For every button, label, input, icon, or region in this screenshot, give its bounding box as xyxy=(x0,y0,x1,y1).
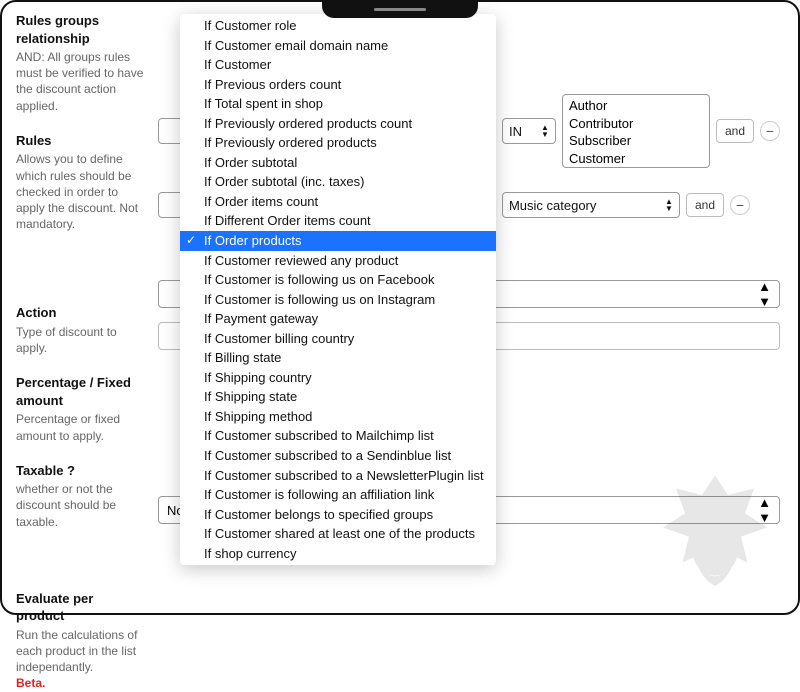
rules-desc: Allows you to define which rules should … xyxy=(16,151,144,232)
remove-rule-button[interactable]: − xyxy=(760,121,780,141)
sidebar-action: Action Type of discount to apply. xyxy=(16,304,144,356)
dropdown-item[interactable]: If Shipping country xyxy=(180,368,496,388)
minus-icon: − xyxy=(736,197,744,213)
rule2-category-select[interactable]: Music category ▲▼ xyxy=(502,192,680,218)
action-title: Action xyxy=(16,304,144,322)
dropdown-item[interactable]: If Customer subscribed to a Sendinblue l… xyxy=(180,446,496,466)
taxable-title: Taxable ? xyxy=(16,462,144,480)
dropdown-item[interactable]: If Previously ordered products xyxy=(180,133,496,153)
action-desc: Type of discount to apply. xyxy=(16,324,144,356)
sidebar-rules: Rules Allows you to define which rules s… xyxy=(16,132,144,232)
rule1-operator-select[interactable]: IN ▲▼ xyxy=(502,118,556,144)
role-option[interactable]: Customer xyxy=(569,150,703,168)
percentage-title: Percentage / Fixed amount xyxy=(16,374,144,409)
dropdown-item[interactable]: If Customer is following us on Instagram xyxy=(180,290,496,310)
taxable-desc: whether or not the discount should be ta… xyxy=(16,481,144,530)
remove-rule-button[interactable]: − xyxy=(730,195,750,215)
dropdown-item[interactable]: If Different Order items count xyxy=(180,211,496,231)
carets-icon: ▲▼ xyxy=(665,198,673,212)
rules-groups-desc: AND: All groups rules must be verified t… xyxy=(16,49,144,114)
evaluate-desc: Run the calculations of each product in … xyxy=(16,627,144,676)
brand-logo-icon xyxy=(650,469,780,599)
beta-label: Beta. xyxy=(16,676,45,690)
dropdown-item[interactable]: If Total spent in shop xyxy=(180,94,496,114)
dropdown-item[interactable]: If Customer billing country xyxy=(180,329,496,349)
rules-title: Rules xyxy=(16,132,144,150)
sidebar-taxable: Taxable ? whether or not the discount sh… xyxy=(16,462,144,530)
device-notch xyxy=(322,0,478,18)
dropdown-item[interactable]: If Order subtotal (inc. taxes) xyxy=(180,172,496,192)
dropdown-item[interactable]: If Customer is following an affiliation … xyxy=(180,485,496,505)
sidebar-evaluate: Evaluate per product Run the calculation… xyxy=(16,590,144,692)
and-button[interactable]: and xyxy=(686,193,724,217)
roles-multiselect[interactable]: Author Contributor Subscriber Customer xyxy=(562,94,710,168)
dropdown-item[interactable]: If Billing state xyxy=(180,348,496,368)
role-option[interactable]: Contributor xyxy=(569,115,703,133)
dropdown-item[interactable]: If Order products xyxy=(180,231,496,251)
dropdown-item[interactable]: If Customer reviewed any product xyxy=(180,251,496,271)
rule2-category-value: Music category xyxy=(509,198,596,213)
sidebar-rules-groups: Rules groups relationship AND: All group… xyxy=(16,12,144,114)
dropdown-item[interactable]: If Payment gateway xyxy=(180,309,496,329)
dropdown-item[interactable]: If Customer belongs to specified groups xyxy=(180,505,496,525)
minus-icon: − xyxy=(766,123,774,139)
evaluate-title: Evaluate per product xyxy=(16,590,144,625)
dropdown-item[interactable]: If Customer email domain name xyxy=(180,36,496,56)
dropdown-item[interactable]: If Previously ordered products count xyxy=(180,114,496,134)
role-option[interactable]: Author xyxy=(569,97,703,115)
dropdown-item[interactable]: If Customer subscribed to Mailchimp list xyxy=(180,426,496,446)
sidebar: Rules groups relationship AND: All group… xyxy=(6,12,152,609)
dropdown-item[interactable]: If Shipping method xyxy=(180,407,496,427)
rule1-operator-value: IN xyxy=(509,124,522,139)
and-button[interactable]: and xyxy=(716,119,754,143)
dropdown-item[interactable]: If Order items count xyxy=(180,192,496,212)
dropdown-item[interactable]: If Previous orders count xyxy=(180,75,496,95)
role-option[interactable]: Subscriber xyxy=(569,132,703,150)
sidebar-percentage: Percentage / Fixed amount Percentage or … xyxy=(16,374,144,443)
dropdown-item[interactable]: If Customer subscribed to a NewsletterPl… xyxy=(180,466,496,486)
rules-groups-title: Rules groups relationship xyxy=(16,12,144,47)
percentage-desc: Percentage or fixed amount to apply. xyxy=(16,411,144,443)
dropdown-item[interactable]: If Customer role xyxy=(180,16,496,36)
carets-icon: ▲▼ xyxy=(541,124,549,138)
dropdown-item[interactable]: If Shipping state xyxy=(180,387,496,407)
dropdown-item[interactable]: If Order subtotal xyxy=(180,153,496,173)
dropdown-item[interactable]: If Customer xyxy=(180,55,496,75)
carets-icon: ▲▼ xyxy=(758,279,771,309)
dropdown-item[interactable]: If Customer is following us on Facebook xyxy=(180,270,496,290)
dropdown-item[interactable]: If shop currency xyxy=(180,544,496,564)
dropdown-item[interactable]: If Customer shared at least one of the p… xyxy=(180,524,496,544)
rule-condition-dropdown[interactable]: If Customer roleIf Customer email domain… xyxy=(180,14,496,565)
